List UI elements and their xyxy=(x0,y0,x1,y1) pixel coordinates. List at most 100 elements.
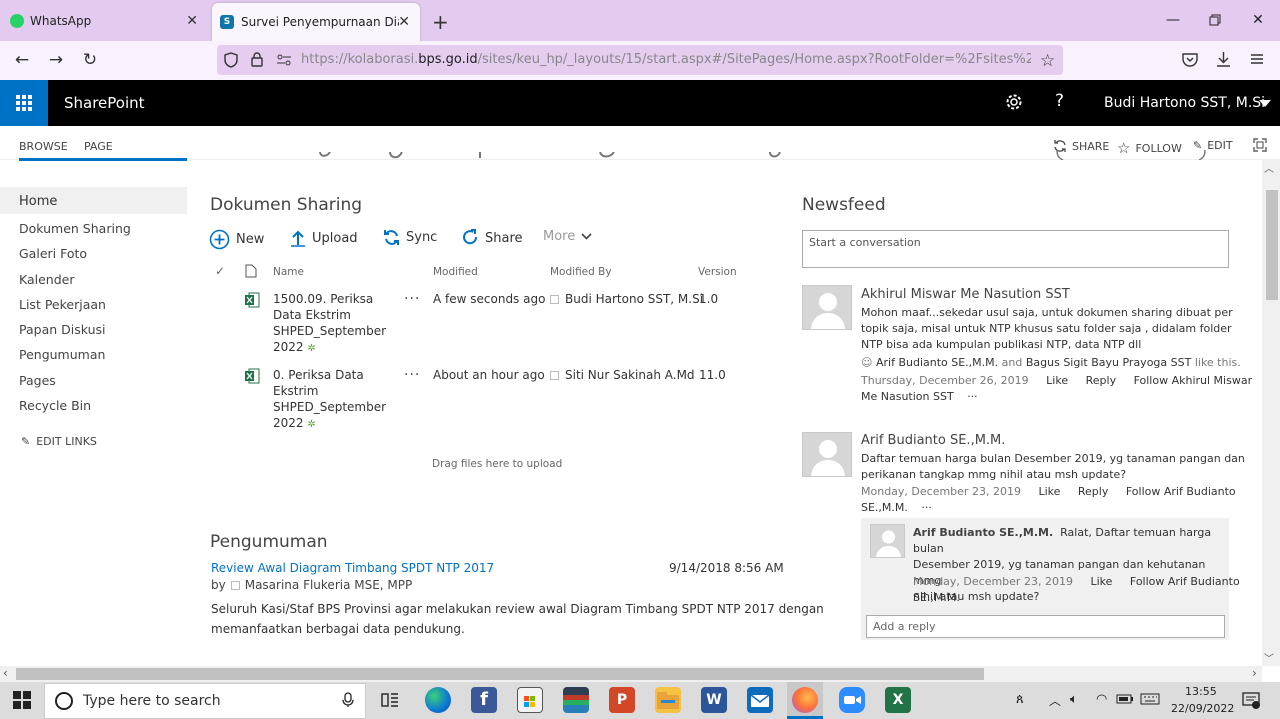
bookmark-star-icon[interactable]: ☆ xyxy=(1040,51,1055,71)
pocket-icon[interactable] xyxy=(1182,52,1198,67)
keyboard-icon[interactable] xyxy=(1140,693,1160,705)
like-link[interactable]: Like xyxy=(1038,485,1060,498)
new-document-button[interactable]: New xyxy=(209,229,264,250)
column-header-version[interactable]: Version xyxy=(698,266,737,278)
settings-gear-icon[interactable] xyxy=(1005,93,1023,111)
file-explorer-icon[interactable] xyxy=(655,687,681,713)
volume-icon[interactable]: 🔈︎ xyxy=(1070,692,1078,707)
more-button[interactable]: More xyxy=(543,229,592,244)
suite-title[interactable]: SharePoint xyxy=(64,94,145,112)
like-link[interactable]: Like xyxy=(1090,575,1112,588)
more-ellipsis[interactable]: ··· xyxy=(967,390,978,403)
item-menu-ellipsis[interactable]: ··· xyxy=(404,291,420,307)
ribbon-tab-page[interactable]: PAGE xyxy=(84,140,113,153)
left-nav-home-label[interactable]: Home xyxy=(19,194,57,209)
scroll-down-icon[interactable]: ﹀ xyxy=(1264,650,1274,665)
wifi-icon[interactable]: ◠ xyxy=(1096,692,1107,707)
reply-date[interactable]: Monday, December 23, 2019 xyxy=(913,575,1073,588)
mail-icon[interactable] xyxy=(747,687,773,713)
reply-author[interactable]: Arif Budianto SE.,M.M. xyxy=(913,526,1053,539)
edge-browser-icon[interactable] xyxy=(425,687,451,713)
announcement-author[interactable]: Masarina Flukeria MSE, MPP xyxy=(245,578,413,592)
document-name-link[interactable]: 0. Periksa Data Ekstrim SHPED_September … xyxy=(273,367,393,433)
left-nav-recycle-bin[interactable]: Recycle Bin xyxy=(19,398,91,413)
restore-icon[interactable] xyxy=(1194,6,1236,34)
powerpoint-icon[interactable]: P xyxy=(609,687,635,713)
excel-icon[interactable]: X xyxy=(885,687,911,713)
edit-links[interactable]: ✎ EDIT LINKS xyxy=(21,435,97,448)
start-conversation-input[interactable]: Start a conversation xyxy=(802,230,1229,268)
shield-icon[interactable] xyxy=(224,52,238,68)
new-tab-icon[interactable]: + xyxy=(432,10,449,34)
select-all-checkmark-icon[interactable]: ✓ xyxy=(215,264,225,278)
follow-link-cont[interactable]: SE.,M.M. xyxy=(913,590,960,606)
post-author[interactable]: Arif Budianto SE.,M.M. xyxy=(861,433,1005,448)
battery-icon[interactable] xyxy=(1116,693,1134,705)
share-button[interactable]: Share xyxy=(461,229,523,247)
facebook-icon[interactable]: f xyxy=(471,687,497,713)
download-icon[interactable] xyxy=(1216,51,1231,67)
post-date[interactable]: Thursday, December 26, 2019 xyxy=(861,374,1029,387)
documents-title[interactable]: Dokumen Sharing xyxy=(210,195,362,215)
task-view-icon[interactable] xyxy=(381,692,399,708)
follow-link-cont[interactable]: SE.,M.M. xyxy=(861,501,908,514)
firefox-icon[interactable] xyxy=(792,687,818,713)
tab-whatsapp[interactable]: WhatsApp ✕ xyxy=(0,0,208,41)
back-icon[interactable]: ← xyxy=(6,44,38,76)
app-launcher-icon[interactable] xyxy=(0,80,48,126)
menu-icon[interactable] xyxy=(1250,52,1264,66)
more-ellipsis[interactable]: ··· xyxy=(921,501,932,514)
ribbon-tab-browse[interactable]: BROWSE xyxy=(19,140,68,153)
document-name-link[interactable]: 1500.09. Periksa Data Ekstrim SHPED_Sept… xyxy=(273,291,393,357)
forward-icon[interactable]: → xyxy=(40,44,72,76)
like-link[interactable]: Like xyxy=(1046,374,1068,387)
left-nav-list-pekerjaan[interactable]: List Pekerjaan xyxy=(19,297,106,312)
notification-icon[interactable] xyxy=(1242,691,1260,709)
column-header-name[interactable]: Name xyxy=(273,266,304,278)
announcement-title-link[interactable]: Review Awal Diagram Timbang SPDT NTP 201… xyxy=(211,561,494,575)
document-modified-by[interactable]: Siti Nur Sakinah A.Md xyxy=(550,367,695,383)
document-modified-by[interactable]: Budi Hartono SST, M.Si xyxy=(550,291,703,307)
newsfeed-title[interactable]: Newsfeed xyxy=(802,195,886,215)
help-icon[interactable]: ? xyxy=(1055,91,1064,111)
close-window-icon[interactable]: ✕ xyxy=(1237,6,1279,34)
permissions-icon[interactable] xyxy=(276,53,292,67)
reply-link[interactable]: Reply xyxy=(1086,374,1116,387)
focus-mode-icon[interactable] xyxy=(1253,138,1267,152)
minimize-icon[interactable]: — xyxy=(1152,6,1194,34)
left-nav-pages[interactable]: Pages xyxy=(19,373,56,388)
url-text[interactable]: https://kolaborasi.bps.go.id/sites/keu_h… xyxy=(301,52,1031,67)
avatar[interactable] xyxy=(870,524,905,558)
follow-link-cont[interactable]: Me Nasution SST xyxy=(861,390,954,403)
taskbar-search-placeholder[interactable]: Type here to search xyxy=(83,693,221,709)
left-nav-galeri-foto[interactable]: Galeri Foto xyxy=(19,246,87,261)
item-menu-ellipsis[interactable]: ··· xyxy=(404,367,420,383)
post-date[interactable]: Monday, December 23, 2019 xyxy=(861,485,1021,498)
tray-chevron-up-icon[interactable]: ︿ xyxy=(1049,692,1061,709)
liker-name[interactable]: Arif Budianto SE.,M.M. xyxy=(876,356,998,369)
user-menu[interactable]: Budi Hartono SST, M.Si xyxy=(1104,95,1265,111)
reload-icon[interactable]: ↻ xyxy=(74,44,106,76)
upload-button[interactable]: Upload xyxy=(290,229,358,247)
reply-link[interactable]: Reply xyxy=(1078,485,1108,498)
horizontal-scroll-thumb[interactable] xyxy=(16,668,984,680)
close-tab-icon[interactable]: ✕ xyxy=(398,14,410,30)
tab-survei[interactable]: S Survei Penyempurnaan Diagram Ti ✕ xyxy=(212,3,420,41)
avatar[interactable] xyxy=(802,285,852,330)
follow-link[interactable]: Follow Arif Budianto xyxy=(1130,575,1240,588)
word-icon[interactable]: W xyxy=(701,687,727,713)
windows-start-icon[interactable] xyxy=(13,691,31,709)
close-tab-icon[interactable]: ✕ xyxy=(186,13,198,29)
scroll-left-icon[interactable]: ‹ xyxy=(3,666,8,680)
people-icon[interactable]: ጰ xyxy=(1016,692,1024,707)
chevron-down-icon[interactable] xyxy=(1259,100,1271,107)
microsoft-store-icon[interactable] xyxy=(517,687,543,713)
vertical-scroll-thumb[interactable] xyxy=(1266,190,1278,300)
sync-button[interactable]: Sync xyxy=(383,229,437,246)
post-author[interactable]: Akhirul Miswar Me Nasution SST xyxy=(861,287,1070,302)
clock-time[interactable]: 13:55 xyxy=(1185,685,1217,698)
add-reply-input[interactable]: Add a reply xyxy=(866,615,1225,638)
left-nav-kalender[interactable]: Kalender xyxy=(19,272,75,287)
lock-icon[interactable] xyxy=(251,52,263,67)
microphone-icon[interactable] xyxy=(342,692,354,708)
